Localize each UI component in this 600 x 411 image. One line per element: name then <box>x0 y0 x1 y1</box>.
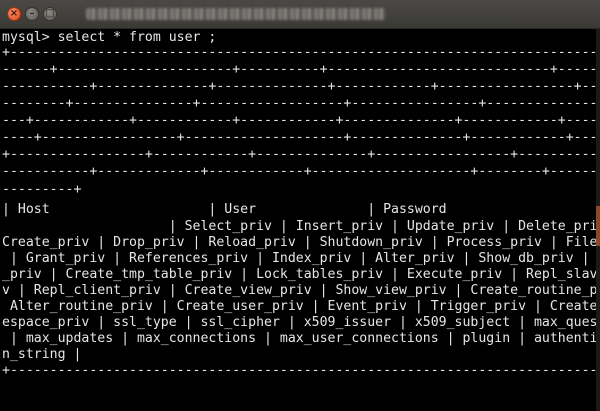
scrollbar-thumb[interactable] <box>596 206 600 246</box>
minimize-button[interactable]: – <box>25 7 39 21</box>
output-line: Alter_routine_priv | Create_user_priv | … <box>2 299 600 314</box>
maximize-button[interactable]: □ <box>43 7 57 21</box>
window-title-redacted <box>86 8 386 20</box>
output-line: +---------------------------------------… <box>2 45 600 60</box>
close-icon: × <box>9 8 19 19</box>
output-line: | max_updates | max_connections | max_us… <box>2 331 600 346</box>
output-line: v | Repl_client_priv | Create_view_priv … <box>2 283 600 298</box>
output-line: ---------+ <box>2 182 82 197</box>
scrollbar[interactable] <box>596 29 600 411</box>
output-line: ---+------------+------------+----------… <box>2 113 600 128</box>
terminal-output[interactable]: mysql> select * from user ; +-----------… <box>0 29 600 411</box>
title-bar: × – □ <box>0 0 600 29</box>
output-line: | Grant_priv | References_priv | Index_p… <box>2 251 600 266</box>
output-line: | Host | User | Password <box>2 202 447 217</box>
close-button[interactable]: × <box>7 7 21 21</box>
output-line: | Select_priv | Insert_priv | Update_pri… <box>2 219 600 234</box>
output-line: espace_priv | ssl_type | ssl_cipher | x5… <box>2 315 600 330</box>
output-line: -----------+--------------+-------------… <box>2 79 600 94</box>
output-line: -----------+-------------+------------+-… <box>2 164 600 179</box>
output-line: ------+----------------------+----------… <box>2 62 600 77</box>
output-line: +-----------------+------------+--------… <box>2 147 600 162</box>
output-line: --------+---------------+---------------… <box>2 96 600 111</box>
maximize-icon: □ <box>45 8 55 19</box>
output-line: ----+-----------------+-----------------… <box>2 130 600 145</box>
terminal-window: × – □ mysql> select * from user ; +-----… <box>0 0 600 411</box>
output-line: _priv | Create_tmp_table_priv | Lock_tab… <box>2 267 600 282</box>
output-line: Create_priv | Drop_priv | Reload_priv | … <box>2 235 600 250</box>
minimize-icon: – <box>29 8 35 19</box>
output-line: +---------------------------------------… <box>2 363 600 378</box>
output-line: n_string | <box>2 347 82 362</box>
